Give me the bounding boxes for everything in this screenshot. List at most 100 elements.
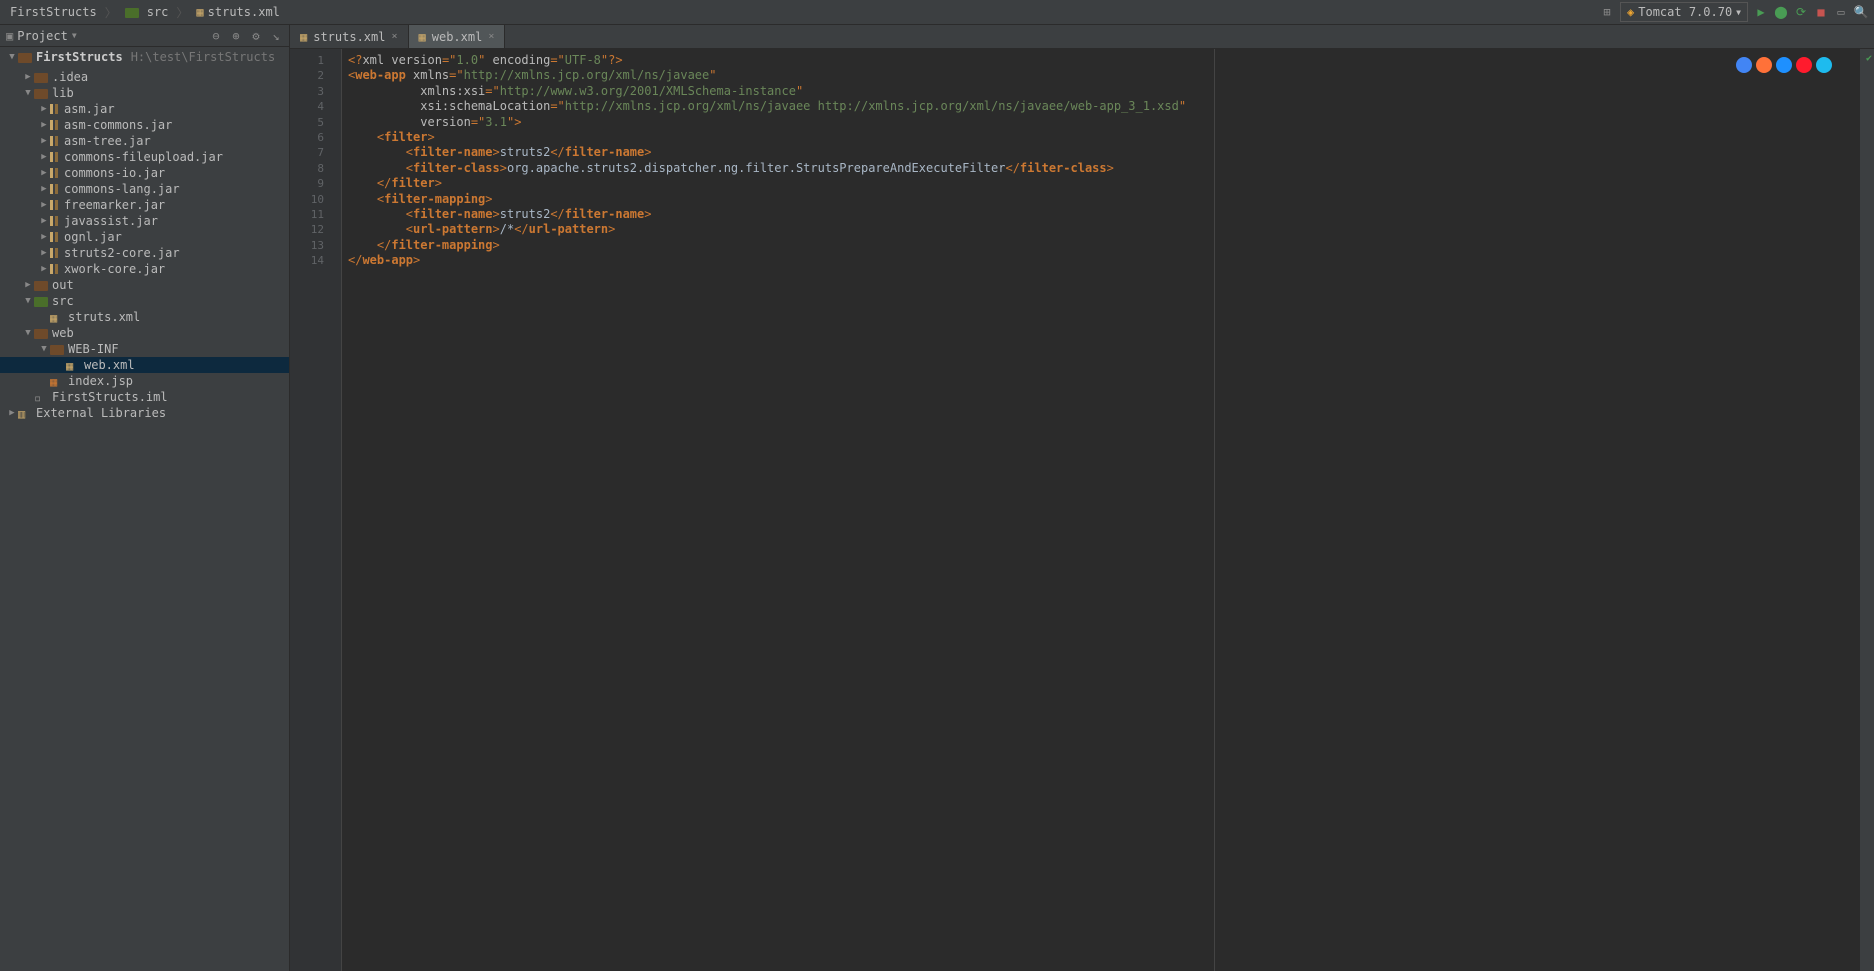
expand-arrow-icon[interactable]	[38, 183, 50, 195]
expand-arrow-icon[interactable]	[6, 51, 18, 63]
code-line[interactable]: xsi:schemaLocation="http://xmlns.jcp.org…	[348, 99, 1854, 114]
chrome-icon[interactable]	[1736, 57, 1752, 73]
tree-node-struts-xml[interactable]: ▦struts.xml	[0, 309, 289, 325]
tree-item-label: commons-fileupload.jar	[64, 150, 223, 164]
expand-arrow-icon[interactable]	[38, 215, 50, 227]
expand-arrow-icon[interactable]	[38, 343, 50, 355]
target-icon[interactable]: ⊕	[229, 29, 243, 43]
expand-arrow-icon[interactable]	[22, 279, 34, 291]
expand-arrow-icon[interactable]	[22, 87, 34, 99]
right-margin-line	[1214, 49, 1215, 971]
top-nav: FirstStructs 〉 src 〉 ▦struts.xml ⊞ ◈ Tom…	[0, 0, 1874, 25]
tree-node-jar[interactable]: asm-commons.jar	[0, 117, 289, 133]
xml-file-icon: ▦	[196, 5, 203, 19]
code-line[interactable]: <filter>	[348, 130, 1854, 145]
project-root-row[interactable]: FirstStructs H:\test\FirstStructs	[0, 47, 289, 67]
debug-button[interactable]: ⬤	[1774, 5, 1788, 19]
sidebar-title[interactable]: ▣ Project ▼	[6, 29, 77, 43]
editor[interactable]: 1234567891011121314 <?xml version="1.0" …	[290, 49, 1874, 971]
chevron-down-icon: ▼	[1736, 8, 1741, 17]
jar-icon	[50, 248, 60, 258]
stop-button[interactable]: ■	[1814, 5, 1828, 19]
code-line[interactable]: xmlns:xsi="http://www.w3.org/2001/XMLSch…	[348, 84, 1854, 99]
arrow-spacer	[54, 359, 66, 371]
expand-arrow-icon[interactable]	[22, 71, 34, 83]
tree-node-lib[interactable]: lib	[0, 85, 289, 101]
breadcrumb-src[interactable]: src	[121, 3, 173, 21]
jar-icon	[50, 168, 60, 178]
code-line[interactable]: version="3.1">	[348, 115, 1854, 130]
firefox-icon[interactable]	[1756, 57, 1772, 73]
expand-arrow-icon[interactable]	[6, 407, 18, 419]
tree-node-index-jsp[interactable]: ▦index.jsp	[0, 373, 289, 389]
expand-arrow-icon[interactable]	[22, 327, 34, 339]
code-line[interactable]: <filter-class>org.apache.struts2.dispatc…	[348, 161, 1854, 176]
gear-icon[interactable]: ⚙	[249, 29, 263, 43]
project-name: FirstStructs	[36, 50, 123, 64]
close-icon[interactable]: ×	[391, 31, 397, 42]
tree-node-webinf[interactable]: WEB-INF	[0, 341, 289, 357]
tree-item-label: src	[52, 294, 74, 308]
code-line[interactable]: </filter-mapping>	[348, 238, 1854, 253]
hide-icon[interactable]: ↘	[269, 29, 283, 43]
structure-icon[interactable]: ⊞	[1600, 5, 1614, 19]
tree-node-jar[interactable]: commons-lang.jar	[0, 181, 289, 197]
right-gutter: ✔	[1860, 49, 1874, 971]
expand-arrow-icon[interactable]	[38, 167, 50, 179]
tree-node-out[interactable]: out	[0, 277, 289, 293]
code-line[interactable]: <url-pattern>/*</url-pattern>	[348, 222, 1854, 237]
expand-arrow-icon[interactable]	[38, 135, 50, 147]
code-line[interactable]: </web-app>	[348, 253, 1854, 268]
tree-node-idea[interactable]: .idea	[0, 69, 289, 85]
expand-arrow-icon[interactable]	[38, 119, 50, 131]
code-line[interactable]: <web-app xmlns="http://xmlns.jcp.org/xml…	[348, 68, 1854, 83]
code-line[interactable]: <filter-name>struts2</filter-name>	[348, 145, 1854, 160]
expand-arrow-icon[interactable]	[38, 103, 50, 115]
safari-icon[interactable]	[1776, 57, 1792, 73]
expand-arrow-icon[interactable]	[38, 231, 50, 243]
tree-node-jar[interactable]: ognl.jar	[0, 229, 289, 245]
layout-button[interactable]: ▭	[1834, 5, 1848, 19]
close-icon[interactable]: ×	[488, 31, 494, 42]
expand-arrow-icon[interactable]	[38, 247, 50, 259]
tree-node-jar[interactable]: commons-fileupload.jar	[0, 149, 289, 165]
tree-node-jar[interactable]: xwork-core.jar	[0, 261, 289, 277]
tree-node-jar[interactable]: commons-io.jar	[0, 165, 289, 181]
editor-tab[interactable]: ▦struts.xml×	[290, 25, 409, 48]
code-line[interactable]: </filter>	[348, 176, 1854, 191]
tree-node-external-libraries[interactable]: ▥External Libraries	[0, 405, 289, 421]
breadcrumb-file[interactable]: ▦struts.xml	[192, 3, 283, 21]
tree-node-jar[interactable]: freemarker.jar	[0, 197, 289, 213]
run-config-selector[interactable]: ◈ Tomcat 7.0.70 ▼	[1620, 2, 1748, 22]
tree-node-jar[interactable]: asm-tree.jar	[0, 133, 289, 149]
expand-arrow-icon[interactable]	[38, 199, 50, 211]
tree-node-jar[interactable]: struts2-core.jar	[0, 245, 289, 261]
tree-node-jar[interactable]: javassist.jar	[0, 213, 289, 229]
tree-node-jar[interactable]: asm.jar	[0, 101, 289, 117]
rerun-button[interactable]: ⟳	[1794, 5, 1808, 19]
fold-bar[interactable]	[330, 49, 342, 971]
tree-item-label: xwork-core.jar	[64, 262, 165, 276]
analysis-ok-icon[interactable]: ✔	[1866, 53, 1872, 64]
jar-icon	[50, 120, 60, 130]
code-area[interactable]: <?xml version="1.0" encoding="UTF-8"?><w…	[342, 49, 1860, 971]
collapse-all-icon[interactable]: ⊖	[209, 29, 223, 43]
tree-node-src[interactable]: src	[0, 293, 289, 309]
expand-arrow-icon[interactable]	[38, 151, 50, 163]
opera-icon[interactable]	[1796, 57, 1812, 73]
run-button[interactable]: ▶	[1754, 5, 1768, 19]
tree-node-web[interactable]: web	[0, 325, 289, 341]
breadcrumb-root[interactable]: FirstStructs	[6, 3, 101, 21]
tree-node-iml[interactable]: ▫FirstStructs.iml	[0, 389, 289, 405]
search-button[interactable]: 🔍	[1854, 5, 1868, 19]
code-line[interactable]: <?xml version="1.0" encoding="UTF-8"?>	[348, 53, 1854, 68]
code-line[interactable]: <filter-mapping>	[348, 192, 1854, 207]
editor-tab[interactable]: ▦web.xml×	[409, 25, 506, 48]
xml-file-icon: ▦	[66, 359, 80, 371]
tree-node-web-xml[interactable]: ▦web.xml	[0, 357, 289, 373]
expand-arrow-icon[interactable]	[38, 263, 50, 275]
code-line[interactable]: <filter-name>struts2</filter-name>	[348, 207, 1854, 222]
tree-item-label: struts.xml	[68, 310, 140, 324]
expand-arrow-icon[interactable]	[22, 295, 34, 307]
ie-icon[interactable]	[1816, 57, 1832, 73]
